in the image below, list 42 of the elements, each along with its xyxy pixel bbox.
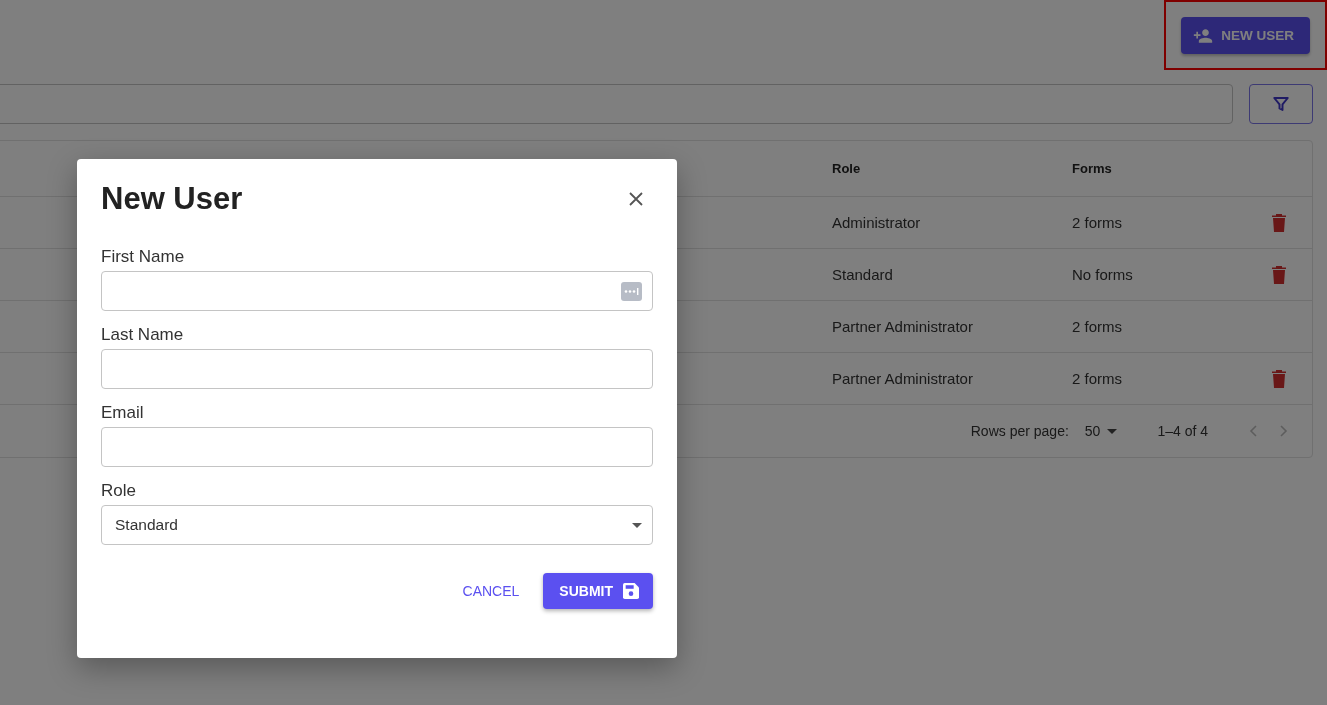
filter-button[interactable] <box>1249 84 1313 124</box>
cancel-button[interactable]: CANCEL <box>454 575 528 607</box>
column-header: Role <box>832 161 861 176</box>
new-user-button[interactable]: NEW USER <box>1181 17 1310 54</box>
field-label: First Name <box>101 247 186 267</box>
delete-button[interactable] <box>1272 213 1286 232</box>
filter-icon <box>1272 95 1290 113</box>
table-cell: Administrator <box>832 214 921 231</box>
table-cell: 2 forms <box>1072 370 1122 387</box>
chevron-left-icon <box>1248 425 1258 437</box>
table-cell: Standard <box>832 266 893 283</box>
input-field[interactable] <box>101 427 653 467</box>
trash-icon <box>1272 265 1286 284</box>
submit-button[interactable]: SUBMIT <box>543 573 653 609</box>
table-cell: Partner Administrator <box>832 318 973 335</box>
table-cell: Partner Administrator <box>832 370 973 387</box>
delete-button[interactable] <box>1272 265 1286 284</box>
chevron-right-icon <box>1278 425 1288 437</box>
input-field[interactable] <box>101 271 653 311</box>
password-manager-icon[interactable] <box>621 281 642 301</box>
rows-per-page-select[interactable]: 50 <box>1084 423 1118 439</box>
column-header: Forms <box>1072 161 1112 176</box>
trash-icon <box>1272 213 1286 232</box>
search-field[interactable] <box>0 84 1233 124</box>
save-icon <box>623 583 639 599</box>
table-cell: 2 forms <box>1072 214 1122 231</box>
delete-button[interactable] <box>1272 369 1286 388</box>
caret-icon <box>1107 428 1118 434</box>
close-icon <box>629 192 643 206</box>
input-field[interactable] <box>101 349 653 389</box>
table-cell: No forms <box>1072 266 1133 283</box>
field-label: Last Name <box>101 325 185 345</box>
field-label: Email <box>101 403 145 423</box>
rows-per-page-label: Rows per page: <box>970 423 1069 439</box>
trash-icon <box>1272 369 1286 388</box>
field-label: Role <box>101 481 137 501</box>
caret-icon <box>632 522 642 528</box>
page-range: 1–4 of 4 <box>1157 423 1208 439</box>
dialog-title: New User <box>101 181 243 217</box>
table-cell: 2 forms <box>1072 318 1122 335</box>
role-select[interactable]: Standard <box>101 505 653 545</box>
add-person-icon <box>1193 27 1214 44</box>
